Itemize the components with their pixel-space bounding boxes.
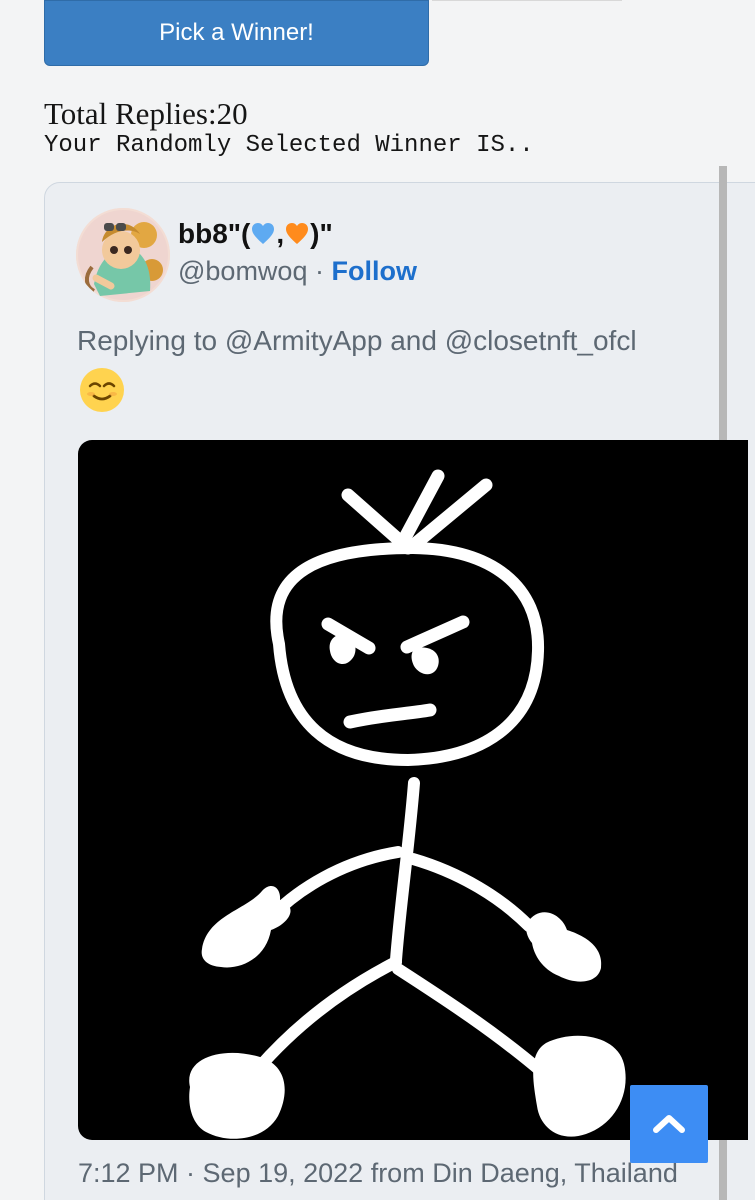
follow-link[interactable]: Follow <box>331 256 416 286</box>
avatar-art-icon <box>76 208 170 302</box>
winner-picker-page: Pick a Winner! Total Replies:20 Your Ran… <box>0 0 755 1200</box>
blue-heart-icon <box>252 223 275 244</box>
handle-follow-row: @bomwoq · Follow <box>178 256 417 287</box>
top-divider <box>432 0 622 1</box>
relieved-face-icon <box>80 368 124 412</box>
display-name-separator: , <box>276 218 285 249</box>
replying-to-text[interactable]: Replying to @ArmityApp and @closetnft_of… <box>77 325 637 357</box>
stick-figure-image[interactable] <box>78 440 748 1140</box>
handle-separator: · <box>307 256 332 286</box>
avatar[interactable] <box>76 208 170 302</box>
total-replies-text: Total Replies:20 <box>44 96 248 131</box>
chevron-up-icon <box>653 1115 685 1133</box>
scroll-to-top-button[interactable] <box>630 1085 708 1163</box>
winner-announcement-text: Your Randomly Selected Winner IS.. <box>44 132 534 159</box>
orange-heart-icon <box>286 223 309 244</box>
angry-stick-figure-drawing <box>189 469 626 1139</box>
display-name-prefix: bb8"( <box>178 218 251 249</box>
tweet-timestamp[interactable]: 7:12 PM · Sep 19, 2022 from Din Daeng, T… <box>78 1158 678 1189</box>
display-name[interactable]: bb8"( , )" <box>178 218 333 250</box>
pick-winner-button[interactable]: Pick a Winner! <box>44 0 429 66</box>
display-name-suffix: )" <box>310 218 333 249</box>
user-handle[interactable]: @bomwoq <box>178 256 307 286</box>
